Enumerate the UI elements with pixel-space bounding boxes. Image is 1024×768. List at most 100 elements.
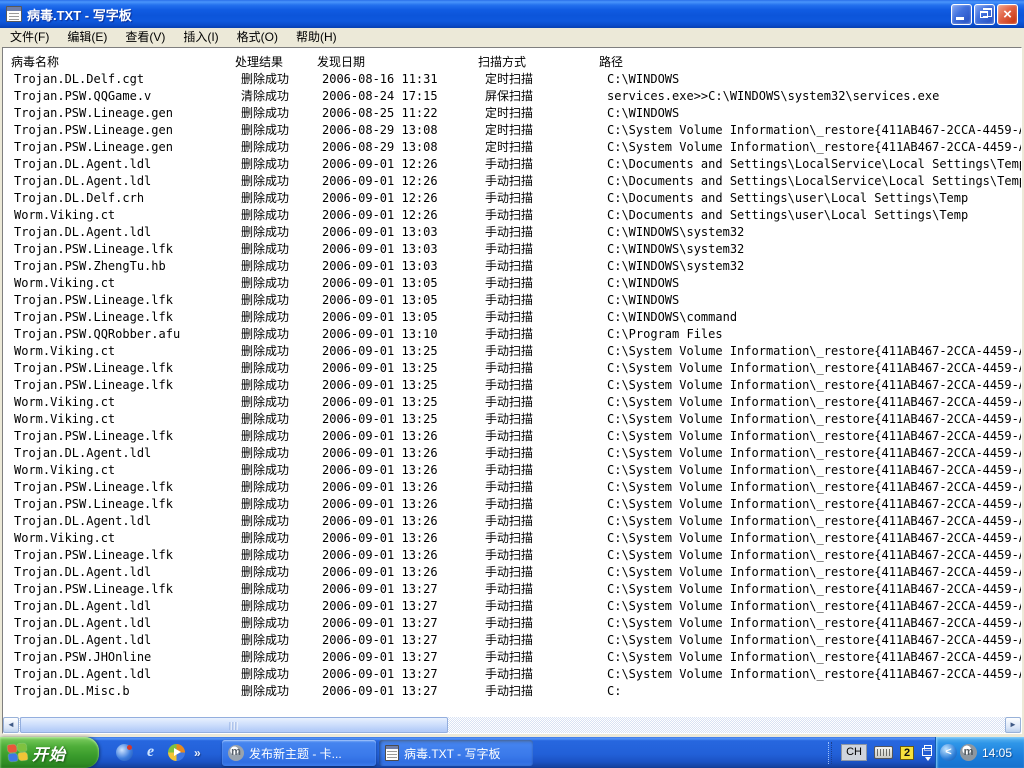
- cell-result: 删除成功: [241, 684, 290, 698]
- language-indicator[interactable]: CH: [841, 744, 867, 761]
- task-button-1[interactable]: 病毒.TXT - 写字板: [379, 740, 533, 766]
- cell-scan: 手动扫描: [485, 225, 534, 239]
- cell-result: 删除成功: [241, 395, 290, 409]
- cell-result: 删除成功: [241, 310, 290, 324]
- cell-date: 2006-09-01 13:05: [322, 310, 438, 324]
- cell-date: 2006-08-29 13:08: [322, 140, 438, 154]
- maxthon-icon: [228, 745, 244, 761]
- restore-button[interactable]: [974, 3, 995, 25]
- table-row: Trojan.PSW.Lineage.lfk 删除成功 2006-09-01 13:…: [3, 377, 1021, 394]
- cell-scan: 手动扫描: [485, 276, 534, 290]
- cell-name: Trojan.PSW.Lineage.gen: [14, 106, 173, 120]
- table-row: Worm.Viking.ct 删除成功 2006-09-01 13:05 手动扫描 C:…: [3, 275, 1021, 292]
- cell-scan: 手动扫描: [485, 429, 534, 443]
- cell-date: 2006-09-01 13:27: [322, 650, 438, 664]
- cell-result: 删除成功: [241, 276, 290, 290]
- cell-result: 删除成功: [241, 259, 290, 273]
- cell-name: Trojan.PSW.Lineage.lfk: [14, 497, 173, 511]
- cell-result: 删除成功: [241, 123, 290, 137]
- toolbar-options-icon[interactable]: [921, 744, 935, 762]
- menu-item-5[interactable]: 帮助(H): [287, 28, 346, 46]
- cell-scan: 手动扫描: [485, 497, 534, 511]
- cell-name: Trojan.PSW.QQRobber.afu: [14, 327, 181, 341]
- cell-result: 删除成功: [241, 514, 290, 528]
- browser-icon[interactable]: [116, 744, 133, 761]
- menu-item-4[interactable]: 格式(O): [228, 28, 287, 46]
- table-row: Trojan.PSW.QQRobber.afu 删除成功 2006-09-01 13…: [3, 326, 1021, 343]
- cell-date: 2006-09-01 13:10: [322, 327, 438, 341]
- scroll-left-button[interactable]: ◄: [3, 717, 19, 733]
- cell-name: Worm.Viking.ct: [14, 208, 116, 222]
- text-editor-area[interactable]: 病毒名称 处理结果 发现日期 扫描方式 路径 Trojan.DL.Delf.cgt 删除成…: [3, 48, 1021, 717]
- cell-date: 2006-08-16 11:31: [322, 72, 438, 86]
- cell-result: 删除成功: [241, 361, 290, 375]
- cell-name: Trojan.PSW.Lineage.lfk: [14, 429, 173, 443]
- media-player-icon[interactable]: [168, 744, 185, 761]
- horizontal-scrollbar[interactable]: ◄ ►: [3, 717, 1021, 733]
- scroll-right-icon: ►: [1009, 720, 1017, 729]
- maxthon-tray-icon[interactable]: [960, 744, 977, 761]
- internet-explorer-icon[interactable]: e: [142, 744, 159, 761]
- start-button-label: 开始: [32, 746, 67, 764]
- cell-date: 2006-08-25 11:22: [322, 106, 438, 120]
- minimize-button[interactable]: [951, 3, 972, 25]
- quick-launch-overflow-icon[interactable]: »: [194, 746, 201, 760]
- cell-date: 2006-09-01 13:25: [322, 361, 438, 375]
- cell-date: 2006-09-01 13:26: [322, 446, 438, 460]
- cell-name: Trojan.DL.Agent.ldl: [14, 599, 152, 613]
- wordpad-doc-icon: [6, 6, 22, 22]
- cell-name: Trojan.DL.Delf.crh: [14, 191, 145, 205]
- cell-path: C:\Documents and Settings\LocalService\L…: [607, 174, 1021, 188]
- cell-path: C:\WINDOWS: [607, 276, 680, 290]
- cell-path: C:\System Volume Information\_restore{41…: [607, 616, 1021, 630]
- cell-result: 删除成功: [241, 667, 290, 681]
- cell-name: Worm.Viking.ct: [14, 344, 116, 358]
- cell-scan: 手动扫描: [485, 395, 534, 409]
- menu-item-1[interactable]: 编辑(E): [58, 28, 116, 46]
- cell-result: 删除成功: [241, 157, 290, 171]
- cell-scan: 定时扫描: [485, 106, 534, 120]
- cell-date: 2006-09-01 12:26: [322, 157, 438, 171]
- menubar: 文件(F) 编辑(E) 查看(V) 插入(I) 格式(O) 帮助(H): [0, 28, 1024, 47]
- close-button[interactable]: ×: [997, 3, 1018, 25]
- keyboard-icon[interactable]: [874, 746, 893, 759]
- cell-path: C:\WINDOWS\system32: [607, 225, 745, 239]
- cell-date: 2006-09-01 13:26: [322, 497, 438, 511]
- cell-scan: 手动扫描: [485, 650, 534, 664]
- cell-name: Worm.Viking.ct: [14, 531, 116, 545]
- cell-date: 2006-09-01 12:26: [322, 208, 438, 222]
- wordpad-doc-icon: [385, 745, 399, 761]
- cell-scan: 手动扫描: [485, 191, 534, 205]
- clock: 14:05: [982, 745, 1013, 760]
- cell-result: 删除成功: [241, 174, 290, 188]
- cell-date: 2006-09-01 13:26: [322, 514, 438, 528]
- cell-path: C:\System Volume Information\_restore{41…: [607, 531, 1021, 545]
- cell-name: Trojan.PSW.Lineage.lfk: [14, 242, 173, 256]
- cell-name: Trojan.DL.Delf.cgt: [14, 72, 145, 86]
- cell-scan: 手动扫描: [485, 599, 534, 613]
- scroll-right-button[interactable]: ►: [1005, 717, 1021, 733]
- cell-name: Worm.Viking.ct: [14, 412, 116, 426]
- cell-path: C:\System Volume Information\_restore{41…: [607, 514, 1021, 528]
- document-body: Trojan.DL.Delf.cgt 删除成功 2006-08-16 11:31 定时…: [3, 71, 1021, 700]
- table-header-row: 病毒名称 处理结果 发现日期 扫描方式 路径: [3, 54, 1021, 71]
- task-button-0[interactable]: 发布新主题 - 卡...: [222, 740, 376, 766]
- scrollbar-thumb[interactable]: [20, 717, 448, 733]
- titlebar[interactable]: 病毒.TXT - 写字板 ×: [0, 0, 1024, 28]
- table-row: Worm.Viking.ct 删除成功 2006-09-01 13:26 手动扫描 C:…: [3, 462, 1021, 479]
- table-row: Trojan.PSW.Lineage.lfk 删除成功 2006-09-01 13:…: [3, 581, 1021, 598]
- menu-item-3[interactable]: 插入(I): [174, 28, 227, 46]
- cell-result: 删除成功: [241, 225, 290, 239]
- start-button[interactable]: 开始: [0, 737, 99, 768]
- cell-name: Trojan.PSW.Lineage.lfk: [14, 582, 173, 596]
- menu-item-0[interactable]: 文件(F): [1, 28, 58, 46]
- hide-icons-chevron-icon[interactable]: <: [940, 744, 957, 761]
- cell-scan: 定时扫描: [485, 72, 534, 86]
- cell-result: 删除成功: [241, 446, 290, 460]
- cell-scan: 手动扫描: [485, 378, 534, 392]
- column-header-result: 处理结果: [235, 55, 284, 69]
- ime-icon[interactable]: 2: [900, 745, 914, 760]
- cell-scan: 手动扫描: [485, 480, 534, 494]
- cell-path: C:\System Volume Information\_restore{41…: [607, 344, 1021, 358]
- menu-item-2[interactable]: 查看(V): [116, 28, 174, 46]
